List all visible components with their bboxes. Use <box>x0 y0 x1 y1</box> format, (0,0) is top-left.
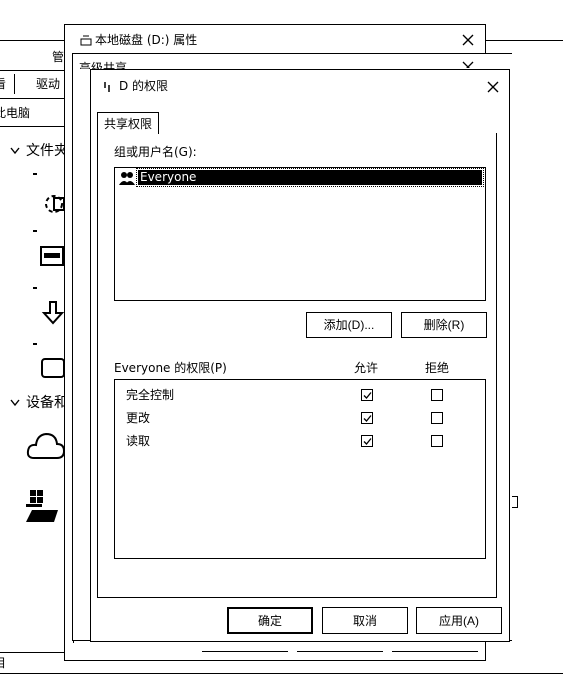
folder-share-icon <box>104 82 110 92</box>
user-list[interactable]: Everyone <box>114 167 486 301</box>
permissions-dialog: D 的权限 共享权限 组或用户名(G): Everyone 添加(D)... 删… <box>90 69 510 642</box>
ribbon-divider <box>0 70 66 71</box>
group-label: 组或用户名(G): <box>114 145 197 159</box>
add-button[interactable]: 添加(D)... <box>306 312 392 338</box>
download-icon[interactable] <box>40 300 66 326</box>
desktop-icon[interactable] <box>40 246 66 268</box>
dialog-title: D 的权限 <box>119 79 169 93</box>
permission-name: 完全控制 <box>126 388 175 402</box>
deny-checkbox[interactable] <box>431 435 443 447</box>
nav-devices[interactable]: 设备和 <box>26 396 68 410</box>
permissions-label: Everyone 的权限(P) <box>114 361 227 375</box>
status-divider <box>0 652 66 653</box>
allow-checkbox[interactable] <box>361 435 373 447</box>
explorer-bottom-edge <box>0 673 563 674</box>
windows-drive-icon[interactable] <box>24 488 66 524</box>
bullet <box>33 173 37 175</box>
permission-name: 更改 <box>126 411 151 425</box>
tab-label: 共享权限 <box>104 117 153 131</box>
ribbon-tab-manage[interactable]: 管 <box>52 50 64 64</box>
toolbar-drive[interactable]: 驱动 <box>36 77 60 91</box>
permission-row: 完全控制 <box>115 386 485 404</box>
user-name: Everyone <box>136 168 484 187</box>
apply-button[interactable]: 应用(A) <box>416 607 502 634</box>
permission-row: 读取 <box>115 432 485 450</box>
chevron-down-icon[interactable] <box>10 147 20 155</box>
address-divider <box>0 126 66 127</box>
deny-checkbox[interactable] <box>431 412 443 424</box>
bullet <box>33 230 37 232</box>
properties-title: 本地磁盘 (D:) 属性 <box>95 33 198 47</box>
deny-checkbox[interactable] <box>431 389 443 401</box>
toolbar-view[interactable]: 看 <box>0 77 6 91</box>
users-icon <box>119 172 135 185</box>
column-allow: 允许 <box>354 361 379 375</box>
status-bar: 目 <box>0 656 7 670</box>
bullet <box>33 343 37 345</box>
chevron-down-icon[interactable] <box>10 399 20 407</box>
close-icon[interactable] <box>486 80 500 94</box>
nav-folders[interactable]: 文件夹 <box>26 144 68 158</box>
user-list-item[interactable]: Everyone <box>117 168 484 187</box>
column-deny: 拒绝 <box>425 361 450 375</box>
permission-name: 读取 <box>126 434 151 448</box>
document-icon[interactable] <box>40 358 66 380</box>
drive-icon <box>80 35 92 46</box>
explorer-top-divider <box>0 40 66 41</box>
tab-share-permissions[interactable]: 共享权限 <box>97 112 159 134</box>
cloud-icon[interactable] <box>26 428 66 462</box>
address-bar[interactable]: 此电脑 <box>0 106 30 120</box>
bullet <box>33 287 37 289</box>
allow-checkbox[interactable] <box>361 389 373 401</box>
settings-icon[interactable] <box>40 190 66 218</box>
toolbar-separator <box>14 74 15 94</box>
permission-row: 更改 <box>115 409 485 427</box>
allow-checkbox[interactable] <box>361 412 373 424</box>
cancel-button[interactable]: 取消 <box>322 607 408 634</box>
remove-button[interactable]: 删除(R) <box>401 312 487 338</box>
tab-panel: 组或用户名(G): Everyone 添加(D)... 删除(R) Everyo… <box>97 133 497 598</box>
close-icon[interactable] <box>461 33 475 47</box>
ok-button[interactable]: 确定 <box>227 607 313 634</box>
permissions-list: 完全控制 更改 读取 <box>114 379 486 559</box>
explorer-top-divider-right <box>485 40 563 41</box>
toolbar-divider <box>0 98 66 99</box>
